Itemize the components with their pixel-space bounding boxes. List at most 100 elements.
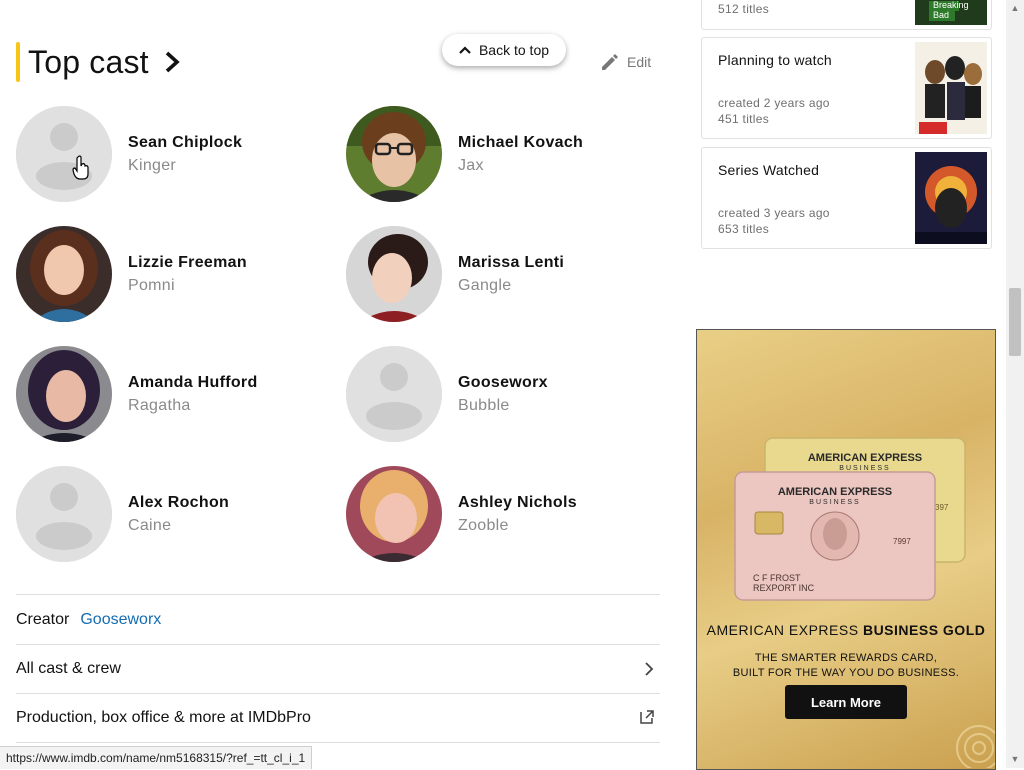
cast-member[interactable]: Ashley Nichols Zooble [346, 466, 577, 562]
advertisement[interactable]: AMERICAN EXPRESS BUSINESS 397 AMERICAN E… [696, 329, 996, 770]
divider [16, 594, 660, 595]
ad-subline: THE SMARTER REWARDS CARD, BUILT FOR THE … [697, 651, 995, 681]
vertical-scrollbar[interactable] [1006, 0, 1024, 768]
person-placeholder-icon [346, 346, 442, 442]
list-count: 653 titles [718, 222, 770, 236]
cast-member[interactable]: Alex Rochon Caine [16, 466, 229, 562]
headshot-image [16, 346, 112, 442]
divider [16, 742, 660, 743]
cast-name[interactable]: Lizzie Freeman [128, 254, 247, 272]
person-placeholder-icon [16, 106, 112, 202]
user-list-card[interactable]: 512 titles Breaking Bad [701, 0, 992, 30]
scroll-down-arrow-icon[interactable]: ▼ [1010, 754, 1020, 764]
cast-role: Jax [458, 156, 484, 174]
section-accent-bar [16, 42, 20, 82]
chevron-right-icon[interactable] [163, 50, 181, 74]
cast-role: Ragatha [128, 396, 191, 414]
imdbpro-link[interactable]: Production, box office & more at IMDbPro [16, 694, 660, 742]
learn-more-button[interactable]: Learn More [785, 685, 907, 719]
card-holder: C F FROST [753, 573, 801, 583]
amex-cards-image: AMERICAN EXPRESS BUSINESS 397 AMERICAN E… [734, 437, 966, 601]
cast-member[interactable]: Michael Kovach Jax [346, 106, 583, 202]
avatar-photo[interactable] [346, 106, 442, 202]
avatar-placeholder[interactable] [16, 106, 112, 202]
back-card-sub: BUSINESS [839, 465, 890, 472]
avatar-photo[interactable] [16, 346, 112, 442]
avatar-photo[interactable] [346, 226, 442, 322]
front-card-brand: AMERICAN EXPRESS [778, 486, 892, 498]
list-count: 451 titles [718, 112, 770, 126]
back-card-number: 397 [935, 503, 949, 512]
cast-role: Pomni [128, 276, 175, 294]
list-created: created 3 years ago [718, 206, 830, 220]
chevron-up-icon [459, 46, 471, 54]
cast-role: Bubble [458, 396, 510, 414]
avatar-photo[interactable] [16, 226, 112, 322]
section-title[interactable]: Top cast [28, 44, 149, 81]
swirl-decoration-icon [956, 725, 995, 768]
imdbpro-label: Production, box office & more at IMDbPro [16, 709, 311, 726]
cast-role: Caine [128, 516, 172, 534]
list-thumbnail [915, 42, 987, 134]
person-placeholder-icon [16, 466, 112, 562]
ad-subline-1: THE SMARTER REWARDS CARD, [754, 652, 938, 664]
all-cast-crew-label: All cast & crew [16, 660, 121, 677]
scrollbar-thumb[interactable] [1009, 288, 1021, 356]
cast-name[interactable]: Gooseworx [458, 374, 548, 392]
list-thumbnail [915, 152, 987, 244]
headshot-image [346, 466, 442, 562]
cast-member[interactable]: Marissa Lenti Gangle [346, 226, 564, 322]
avatar-photo[interactable] [346, 466, 442, 562]
cast-role: Kinger [128, 156, 177, 174]
creator-label: Creator [16, 611, 70, 628]
ad-headline: AMERICAN EXPRESS BUSINESS GOLD [697, 622, 995, 638]
all-cast-crew-link[interactable]: All cast & crew [16, 645, 660, 693]
edit-button[interactable]: Edit [600, 52, 651, 72]
ad-headline-bold: BUSINESS GOLD [862, 622, 986, 638]
list-thumbnail: Breaking Bad [915, 0, 987, 25]
status-bar-url: https://www.imdb.com/name/nm5168315/?ref… [0, 746, 313, 769]
headshot-image [346, 106, 442, 202]
cast-member[interactable]: Sean Chiplock Kinger [16, 106, 242, 202]
creator-link[interactable]: Gooseworx [80, 611, 161, 629]
chevron-right-icon [645, 662, 654, 676]
cast-name[interactable]: Ashley Nichols [458, 494, 577, 512]
cast-name[interactable]: Sean Chiplock [128, 134, 242, 152]
list-title[interactable]: Series Watched [718, 162, 819, 178]
ad-subline-2: BUILT FOR THE WAY YOU DO BUSINESS. [732, 667, 960, 679]
top-cast-header[interactable]: Top cast [16, 42, 181, 82]
user-list-card[interactable]: Series Watched created 3 years ago 653 t… [701, 147, 992, 249]
external-link-icon [640, 710, 654, 724]
cast-member[interactable]: Amanda Hufford Ragatha [16, 346, 258, 442]
poster-image [915, 42, 987, 134]
avatar-placeholder[interactable] [16, 466, 112, 562]
front-card-sub: BUSINESS [809, 499, 860, 506]
creator-row: Creator Gooseworx [16, 596, 660, 644]
cast-member[interactable]: Lizzie Freeman Pomni [16, 226, 247, 322]
back-to-top-button[interactable]: Back to top [442, 34, 566, 66]
cast-name[interactable]: Amanda Hufford [128, 374, 258, 392]
list-title[interactable]: Planning to watch [718, 52, 832, 68]
pencil-icon [602, 54, 618, 70]
headshot-image [346, 226, 442, 322]
hand-cursor-icon [72, 155, 89, 180]
scroll-up-arrow-icon[interactable]: ▲ [1010, 3, 1020, 13]
back-card-brand: AMERICAN EXPRESS [808, 452, 922, 464]
poster-image [915, 152, 987, 244]
front-card-number: 7997 [893, 537, 911, 546]
card-company: REXPORT INC [753, 583, 815, 593]
cast-name[interactable]: Michael Kovach [458, 134, 583, 152]
edit-label: Edit [627, 54, 652, 70]
cast-member[interactable]: Gooseworx Bubble [346, 346, 548, 442]
cast-role: Gangle [458, 276, 512, 294]
list-created: created 2 years ago [718, 96, 830, 110]
list-count: 512 titles [718, 2, 770, 16]
cast-role: Zooble [458, 516, 509, 534]
ad-headline-regular: AMERICAN EXPRESS [706, 622, 863, 638]
user-list-card[interactable]: Planning to watch created 2 years ago 45… [701, 37, 992, 139]
back-to-top-label: Back to top [478, 42, 550, 58]
cast-name[interactable]: Alex Rochon [128, 494, 229, 512]
cast-name[interactable]: Marissa Lenti [458, 254, 564, 272]
avatar-placeholder[interactable] [346, 346, 442, 442]
poster-title: Breaking Bad [933, 0, 969, 20]
